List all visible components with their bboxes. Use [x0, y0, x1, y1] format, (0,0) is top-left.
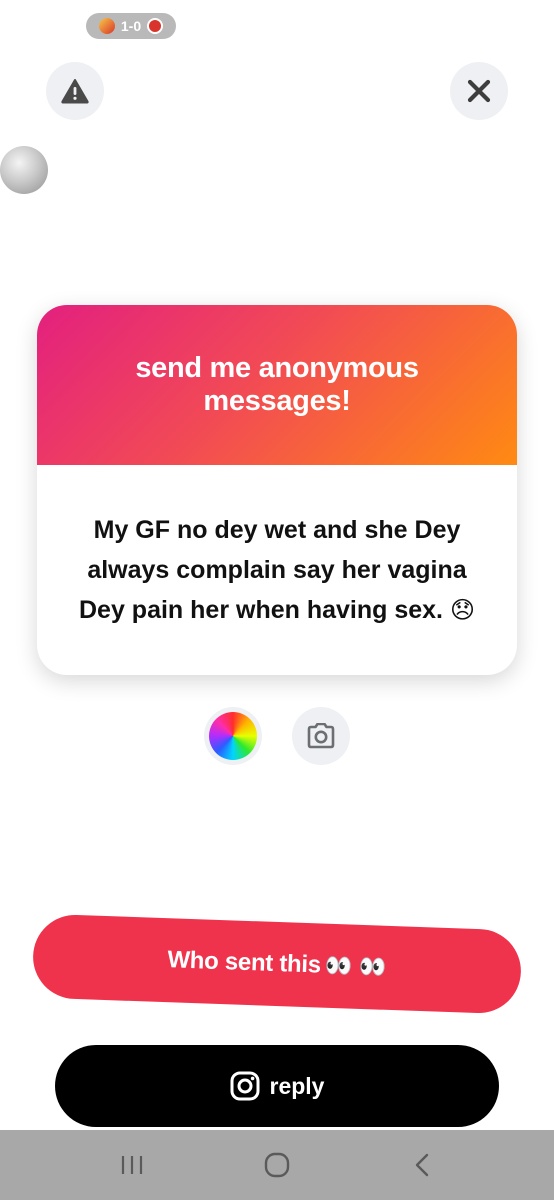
close-icon [467, 79, 491, 103]
message-card: send me anonymous messages! My GF no dey… [37, 305, 517, 675]
eyes-icon: 👀 👀 [324, 953, 387, 981]
assistive-touch-ball[interactable] [0, 146, 48, 194]
card-message-wrapper: My GF no dey wet and she Dey always comp… [67, 510, 487, 630]
card-body: My GF no dey wet and she Dey always comp… [37, 465, 517, 675]
home-team-badge-icon [98, 18, 115, 34]
color-wheel-icon [209, 712, 257, 760]
report-button[interactable] [46, 62, 104, 120]
camera-icon [307, 723, 335, 749]
reply-button[interactable]: reply [55, 1045, 499, 1127]
reply-label: reply [269, 1072, 325, 1099]
color-picker-button[interactable] [204, 707, 262, 765]
close-button[interactable] [450, 62, 508, 120]
instagram-icon [230, 1071, 259, 1101]
card-title: send me anonymous messages! [135, 352, 419, 417]
home-icon [264, 1152, 290, 1178]
score-text: 1-0 [120, 18, 142, 34]
who-sent-this-label: Who sent this [167, 946, 322, 979]
recents-icon [122, 1156, 143, 1174]
who-sent-this-button[interactable]: Who sent this 👀 👀 [31, 913, 523, 1015]
away-team-badge-icon [147, 18, 164, 34]
card-message: My GF no dey wet and she Dey always comp… [79, 516, 467, 624]
back-icon [415, 1153, 428, 1177]
live-score-pill[interactable]: 1-0 [86, 13, 176, 39]
system-navigation-bar [0, 1130, 554, 1200]
card-header: send me anonymous messages! [37, 305, 517, 465]
sad-face-icon: 😞 [449, 596, 475, 624]
recents-button[interactable] [112, 1145, 152, 1185]
home-button[interactable] [257, 1145, 297, 1185]
camera-button[interactable] [292, 707, 350, 765]
back-button[interactable] [402, 1145, 442, 1185]
warning-icon [61, 79, 89, 104]
